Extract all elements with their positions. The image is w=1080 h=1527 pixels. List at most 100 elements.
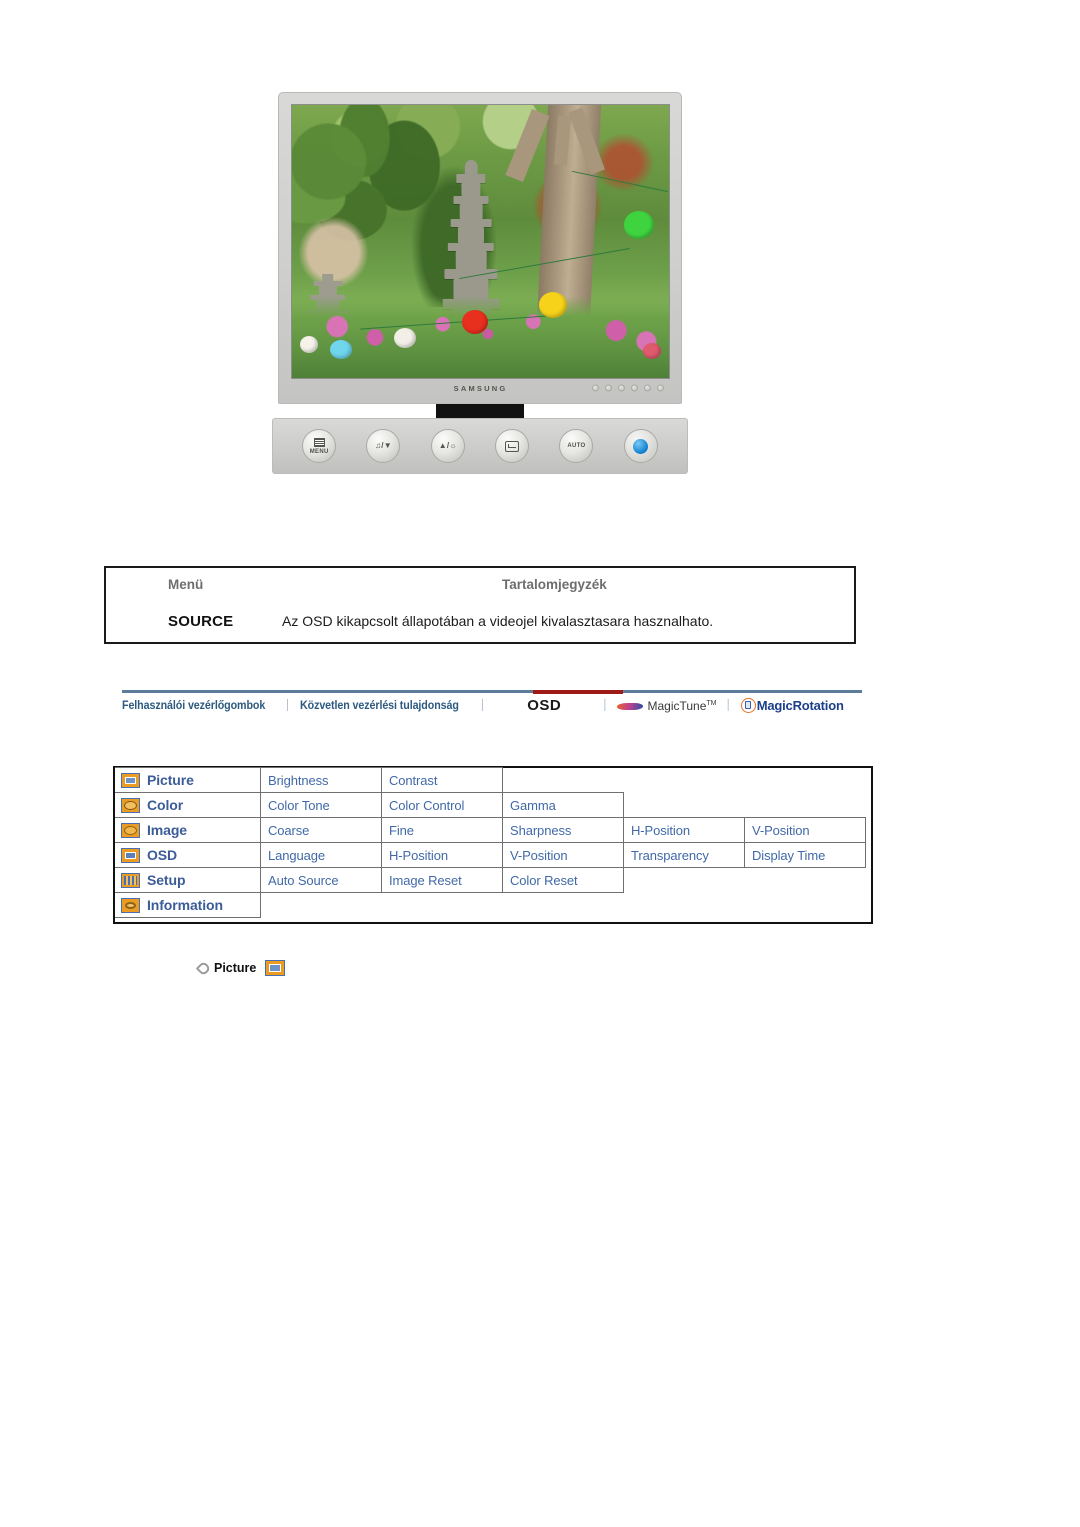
osd-submenu-label: Brightness <box>268 772 329 788</box>
table-row: SOURCE Az OSD kikapcsolt állapotában a v… <box>106 602 854 642</box>
nav-separator: │ <box>725 700 732 711</box>
osd-submenu-contrast[interactable]: Contrast <box>381 767 503 793</box>
nav-separator: │ <box>284 700 292 711</box>
osd-menu-color[interactable]: Color <box>115 792 261 818</box>
nav-link-magictune[interactable]: MagicTuneTM <box>647 699 716 713</box>
auto-button[interactable]: AUTO <box>559 429 594 463</box>
setup-icon <box>121 872 140 888</box>
osd-submenu-h-position[interactable]: H-Position <box>623 817 745 843</box>
picture-section-label: Picture <box>214 961 257 975</box>
enter-button[interactable] <box>495 429 530 463</box>
image-icon <box>121 822 140 838</box>
empty-cell <box>502 892 624 918</box>
contents-column-header: Tartalomjegyzék <box>502 577 607 592</box>
osd-submenu-label: Image Reset <box>389 872 462 888</box>
osd-submenu-sharpness[interactable]: Sharpness <box>502 817 624 843</box>
menu-grid-icon <box>313 437 325 447</box>
menu-column-header: Menü <box>168 577 204 592</box>
control-dot <box>631 384 638 392</box>
nav-separator: │ <box>602 700 609 711</box>
cell-description: Az OSD kikapcsolt állapotában a videojel… <box>256 613 854 631</box>
osd-submenu-label: Transparency <box>631 847 709 863</box>
brightness-up-button[interactable]: ▲/☼ <box>430 429 465 463</box>
header-cell-menu: Menü <box>106 576 256 594</box>
osd-submenu-transparency[interactable]: Transparency <box>623 842 745 868</box>
osd-submenu-label: Coarse <box>268 822 310 838</box>
empty-cell <box>260 892 382 918</box>
osd-menu-picture[interactable]: Picture <box>115 767 261 793</box>
osd-submenu-label: V-Position <box>510 847 568 863</box>
information-icon <box>121 897 140 913</box>
table-header-row: Menü Tartalomjegyzék <box>106 568 854 602</box>
photo-lantern-yellow <box>538 292 568 318</box>
table-row: Setup Auto Source Image Reset Color Rese… <box>115 867 871 893</box>
osd-submenu-v-position[interactable]: V-Position <box>502 842 624 868</box>
power-icon <box>633 438 649 454</box>
enter-icon <box>505 440 520 452</box>
speaker-down-icon: ♫/▼ <box>375 441 392 450</box>
nav-separator: │ <box>479 700 487 711</box>
magictune-swoosh-icon <box>617 700 643 712</box>
nav-link-direct-control[interactable]: Közvetlen vezérlési tulajdonság <box>300 700 459 712</box>
osd-submenu-label: Language <box>268 847 326 863</box>
osd-submenu-label: H-Position <box>631 822 690 838</box>
menu-button-label: MENU <box>309 448 329 455</box>
monitor-control-dots <box>592 384 664 392</box>
osd-submenu-v-position[interactable]: V-Position <box>744 817 866 843</box>
osd-submenu-label: Gamma <box>510 797 556 813</box>
empty-cell <box>623 892 745 918</box>
osd-menu-information[interactable]: Information <box>115 892 261 918</box>
osd-menu-setup[interactable]: Setup <box>115 867 261 893</box>
empty-cell <box>744 792 866 818</box>
osd-submenu-h-position[interactable]: H-Position <box>381 842 503 868</box>
picture-icon <box>265 960 286 976</box>
nav-item-osd-active[interactable]: OSD <box>527 697 561 714</box>
osd-submenu-gamma[interactable]: Gamma <box>502 792 624 818</box>
nav-link-user-controls[interactable]: Felhasználói vezérlőgombok <box>122 700 265 712</box>
nav-link-magicrotation[interactable]: MagicRotation <box>757 698 844 713</box>
table-row: Picture Brightness Contrast <box>115 767 871 793</box>
osd-menu-image[interactable]: Image <box>115 817 261 843</box>
source-description-text: Az OSD kikapcsolt állapotában a videojel… <box>282 613 714 629</box>
osd-submenu-auto-source[interactable]: Auto Source <box>260 867 382 893</box>
photo-lantern-pink <box>642 342 662 359</box>
osd-submenu-label: Color Tone <box>268 797 330 813</box>
osd-submenu-image-reset[interactable]: Image Reset <box>381 867 503 893</box>
color-icon <box>121 797 140 813</box>
empty-cell <box>623 792 745 818</box>
source-menu-label: SOURCE <box>168 613 234 630</box>
nav-item-list: Felhasználói vezérlőgombok │ Közvetlen v… <box>122 697 844 714</box>
monitor-screen <box>291 104 670 379</box>
osd-submenu-label: V-Position <box>752 822 810 838</box>
osd-submenu-color-control[interactable]: Color Control <box>381 792 503 818</box>
empty-cell <box>744 767 866 793</box>
osd-submenu-label: Fine <box>389 822 414 838</box>
osd-submenu-language[interactable]: Language <box>260 842 382 868</box>
menu-button[interactable]: MENU <box>302 429 337 463</box>
osd-submenu-display-time[interactable]: Display Time <box>744 842 866 868</box>
empty-cell <box>381 892 503 918</box>
empty-cell <box>744 867 866 893</box>
osd-submenu-color-reset[interactable]: Color Reset <box>502 867 624 893</box>
empty-cell <box>502 767 624 793</box>
osd-submenu-fine[interactable]: Fine <box>381 817 503 843</box>
osd-submenu-label: H-Position <box>389 847 448 863</box>
osd-submenu-label: Display Time <box>752 847 826 863</box>
osd-submenu-label: Color Control <box>389 797 465 813</box>
empty-cell <box>744 892 866 918</box>
power-button[interactable] <box>623 429 658 463</box>
auto-button-label: AUTO <box>567 443 586 449</box>
osd-submenu-coarse[interactable]: Coarse <box>260 817 382 843</box>
osd-submenu-color-tone[interactable]: Color Tone <box>260 792 382 818</box>
osd-submenu-label: Color Reset <box>510 872 578 888</box>
empty-cell <box>623 867 745 893</box>
osd-submenu-brightness[interactable]: Brightness <box>260 767 382 793</box>
osd-menu-osd[interactable]: OSD <box>115 842 261 868</box>
monitor-stand-neck <box>436 404 524 418</box>
volume-down-button[interactable]: ♫/▼ <box>366 429 401 463</box>
photo-lantern-green <box>623 211 654 239</box>
control-dot <box>618 384 625 392</box>
picture-icon <box>121 772 140 788</box>
breadcrumb: Felhasználói vezérlőgombok │ Közvetlen v… <box>122 690 862 724</box>
photo-lantern-red <box>461 309 489 335</box>
